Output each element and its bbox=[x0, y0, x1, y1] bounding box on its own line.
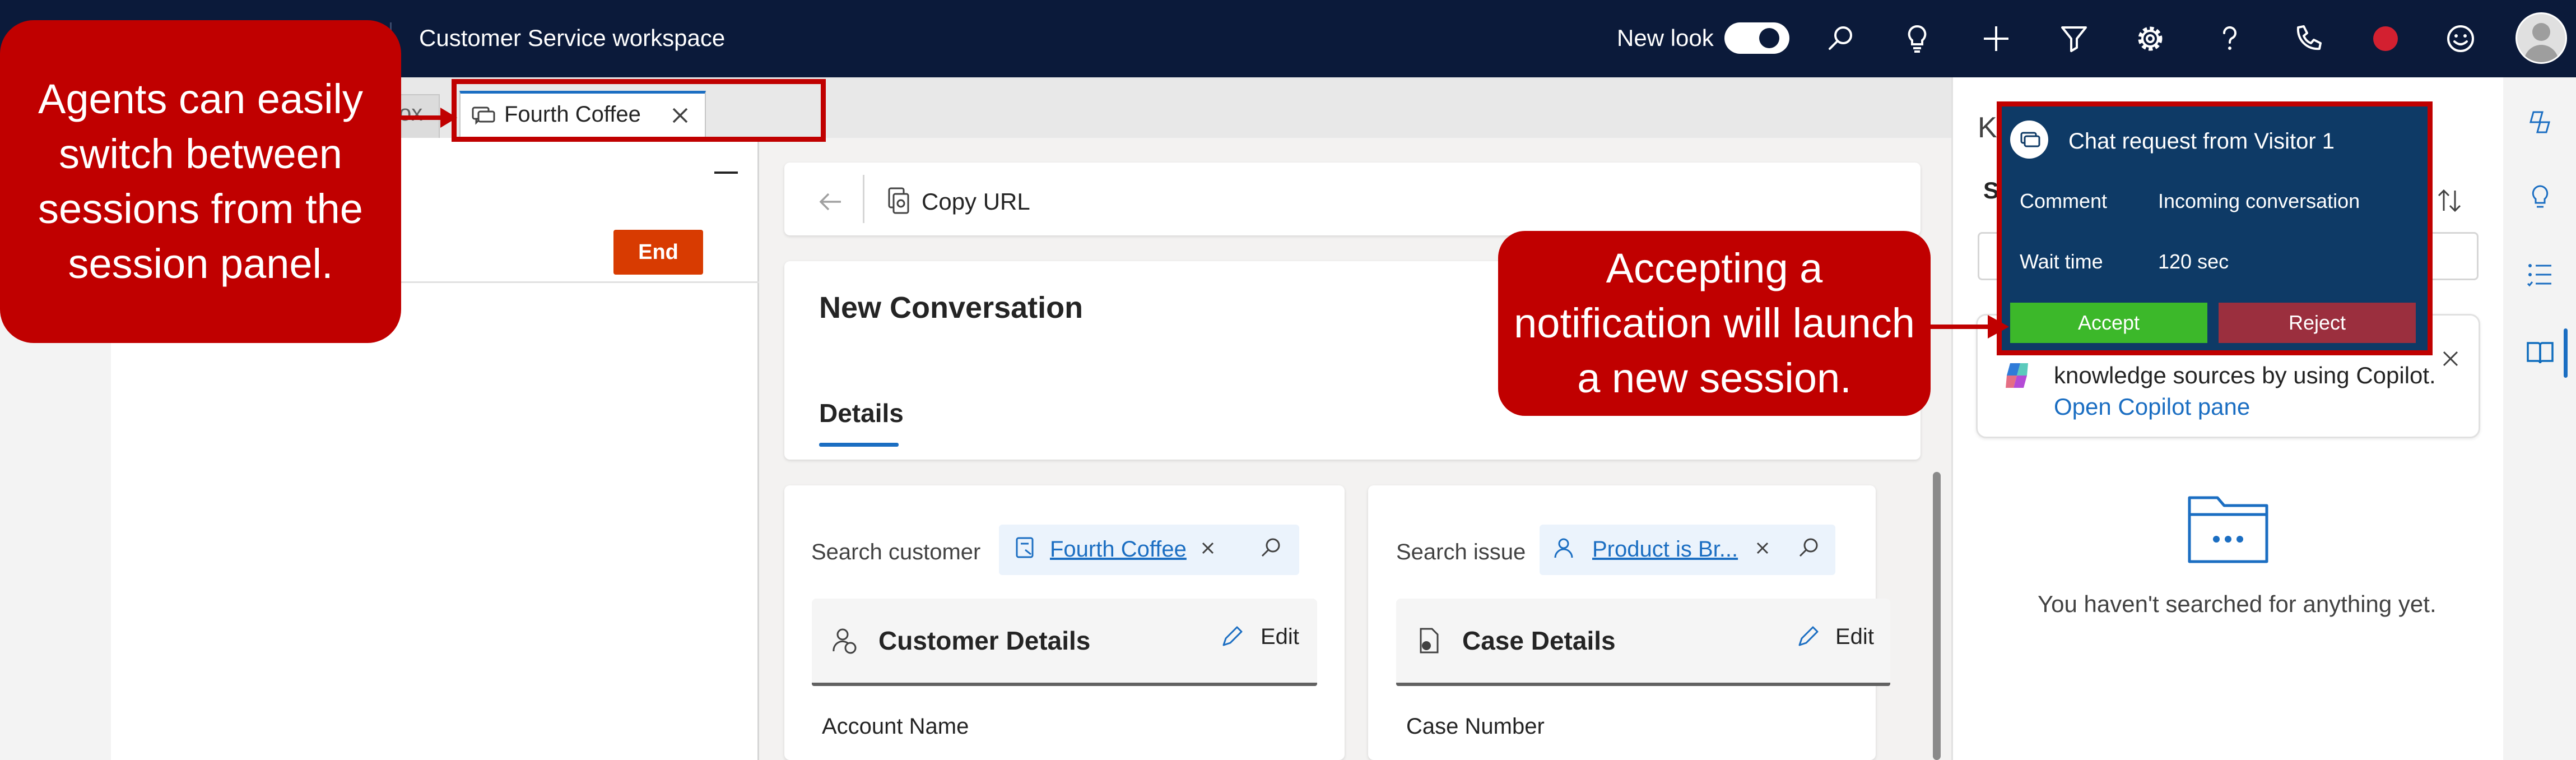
callout-notification: Accepting a notification will launch a n… bbox=[1498, 231, 1931, 416]
command-divider bbox=[863, 175, 864, 223]
copilot-rail-icon[interactable] bbox=[2524, 106, 2556, 138]
case-edit-button[interactable]: Edit bbox=[1835, 624, 1874, 650]
customer-edit-button[interactable]: Edit bbox=[1261, 624, 1299, 650]
open-copilot-pane-link[interactable]: Open Copilot pane bbox=[2054, 393, 2250, 420]
search-issue-label: Search issue bbox=[1396, 540, 1526, 564]
clear-issue-icon[interactable] bbox=[1751, 537, 1774, 559]
copy-url-icon[interactable] bbox=[882, 185, 914, 216]
tab-details-indicator bbox=[819, 443, 899, 447]
tab-details[interactable]: Details bbox=[819, 398, 904, 428]
issue-search-icon[interactable] bbox=[1795, 534, 1823, 562]
record-dot-icon[interactable] bbox=[2373, 26, 2398, 51]
end-button[interactable]: End bbox=[613, 230, 703, 275]
plus-icon[interactable] bbox=[1979, 22, 2013, 55]
copilot-suggestion-text: knowledge sources by using Copilot. bbox=[2054, 362, 2436, 388]
case-details-icon bbox=[1414, 625, 1445, 657]
edit-pencil-icon[interactable] bbox=[1795, 624, 1821, 650]
copy-url-button[interactable]: Copy URL bbox=[922, 188, 1030, 215]
knowledge-book-icon[interactable] bbox=[2524, 337, 2556, 369]
back-arrow-icon[interactable] bbox=[815, 186, 847, 217]
knowledge-panel-title: K bbox=[1978, 112, 1997, 144]
customer-details-icon bbox=[829, 625, 861, 657]
filter-icon[interactable] bbox=[2057, 22, 2091, 55]
case-number-label: Case Number bbox=[1406, 714, 1545, 739]
copilot-icon bbox=[2000, 359, 2034, 392]
new-look-toggle[interactable] bbox=[1724, 22, 1789, 54]
new-look-toggle-knob bbox=[1759, 28, 1779, 48]
callout-arrow-right bbox=[1927, 315, 2009, 339]
app-title: Customer Service workspace bbox=[419, 25, 726, 51]
search-customer-label: Search customer bbox=[811, 540, 981, 564]
app-side-rail bbox=[2503, 77, 2576, 760]
smiley-icon[interactable] bbox=[2444, 22, 2477, 55]
empty-state-text: You haven't searched for anything yet. bbox=[2038, 591, 2436, 617]
form-title: New Conversation bbox=[819, 291, 1084, 325]
lightbulb-icon[interactable] bbox=[1900, 22, 1934, 55]
search-icon[interactable] bbox=[1824, 22, 1858, 55]
case-details-title: Case Details bbox=[1462, 626, 1616, 655]
help-icon[interactable] bbox=[2213, 22, 2247, 55]
customer-lookup-value[interactable]: Fourth Coffee bbox=[1050, 537, 1187, 562]
close-icon[interactable] bbox=[2438, 346, 2463, 371]
lightbulb-icon[interactable] bbox=[2524, 183, 2556, 214]
minimize-icon[interactable] bbox=[714, 172, 738, 174]
rail-active-indicator bbox=[2564, 328, 2568, 378]
callout-session-panel: Agents can easily switch between session… bbox=[0, 20, 401, 343]
gear-icon[interactable] bbox=[2133, 22, 2167, 55]
checklist-icon[interactable] bbox=[2524, 259, 2556, 290]
avatar[interactable] bbox=[2515, 12, 2567, 64]
new-look-label: New look bbox=[1617, 25, 1714, 51]
issue-lookup-value[interactable]: Product is Br... bbox=[1592, 537, 1738, 562]
sort-icon[interactable] bbox=[2434, 185, 2465, 216]
notification-highlight-box bbox=[1997, 101, 2433, 355]
issue-icon bbox=[1552, 535, 1578, 561]
edit-pencil-icon[interactable] bbox=[1219, 624, 1245, 650]
callout-session-panel-text: Agents can easily switch between session… bbox=[38, 76, 363, 287]
account-icon bbox=[1013, 535, 1039, 561]
main-scrollbar[interactable] bbox=[1933, 472, 1941, 760]
phone-icon[interactable] bbox=[2290, 22, 2324, 55]
callout-notification-text: Accepting a notification will launch a n… bbox=[1514, 245, 1915, 401]
callout-arrow-left bbox=[387, 108, 457, 128]
clear-customer-icon[interactable] bbox=[1197, 537, 1219, 559]
tab-highlight-box bbox=[452, 79, 826, 142]
account-name-label: Account Name bbox=[822, 714, 969, 739]
customer-details-title: Customer Details bbox=[878, 626, 1091, 655]
empty-folder-icon bbox=[2185, 485, 2271, 566]
customer-search-icon[interactable] bbox=[1257, 534, 1285, 562]
